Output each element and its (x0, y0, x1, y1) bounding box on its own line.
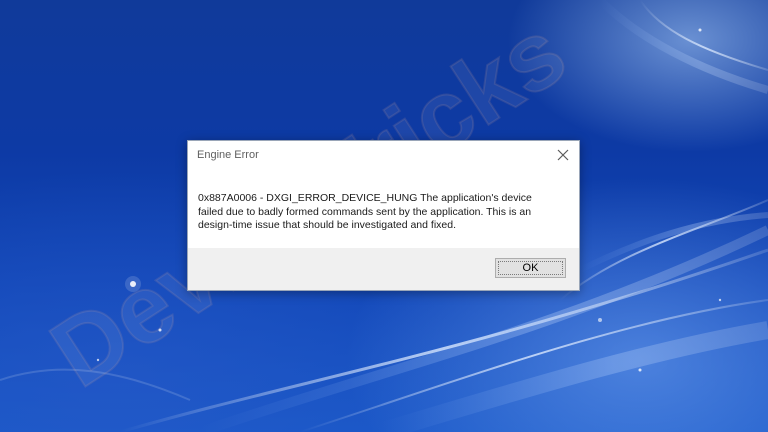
focus-ring (498, 261, 563, 275)
ok-button[interactable]: OK (495, 258, 566, 278)
close-button[interactable] (551, 144, 575, 166)
close-icon (557, 149, 569, 161)
dialog-title: Engine Error (197, 149, 259, 161)
error-message: 0x887A0006 - DXGI_ERROR_DEVICE_HUNG The … (198, 192, 532, 231)
dialog-footer: OK (188, 248, 579, 290)
desktop: DeviceTricks Engine Error 0x887A0006 - D… (0, 0, 768, 432)
error-dialog: Engine Error 0x887A0006 - DXGI_ERROR_DEV… (187, 140, 580, 291)
